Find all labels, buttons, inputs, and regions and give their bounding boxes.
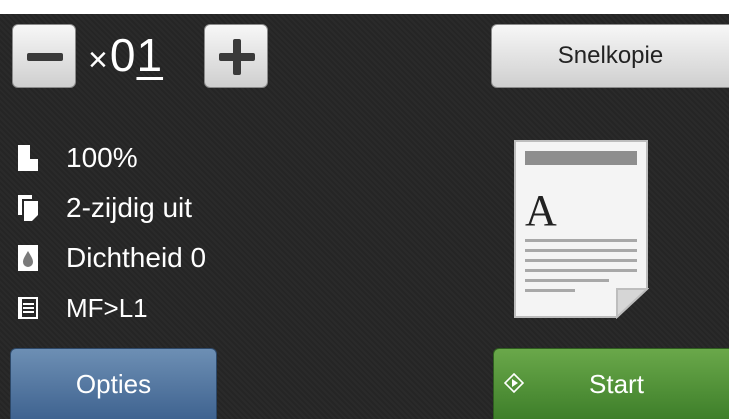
setting-label: 2-zijdig uit — [66, 192, 193, 223]
document-preview[interactable]: A — [513, 139, 649, 319]
tray-icon — [18, 297, 38, 319]
start-button[interactable]: Start — [493, 348, 729, 419]
options-label: Opties — [75, 368, 152, 399]
copy-count-digit-1: 0 — [109, 29, 137, 81]
setting-density: Dichtheid 0 — [18, 238, 318, 278]
increase-copies-button[interactable] — [204, 24, 268, 88]
minus-icon — [27, 53, 63, 61]
quick-copy-label: Snelkopie — [557, 42, 664, 69]
setting-label: MF>L1 — [66, 292, 148, 323]
preview-letter: A — [525, 186, 557, 235]
setting-enlarge-reduce: 100% — [18, 138, 318, 178]
times-symbol: × — [88, 41, 108, 79]
setting-label: Dichtheid 0 — [66, 242, 207, 273]
copy-screen: × 01 Snelkopie 100% 2-zijdig uit Dichthe… — [0, 14, 729, 419]
density-icon — [18, 245, 38, 271]
setting-tray: MF>L1 — [18, 288, 318, 328]
options-button[interactable]: Opties — [10, 348, 217, 419]
enlarge-reduce-icon — [18, 145, 38, 171]
setting-duplex: 2-zijdig uit — [18, 188, 318, 228]
quick-copy-button[interactable]: Snelkopie — [491, 24, 729, 88]
copy-count: 01 — [110, 28, 163, 82]
copy-count-display: × 01 — [88, 28, 163, 88]
start-label: Start — [589, 368, 644, 399]
copy-count-digit-2: 1 — [136, 29, 164, 81]
decrease-copies-button[interactable] — [12, 24, 76, 88]
setting-label: 100% — [66, 142, 138, 173]
duplex-icon — [18, 195, 38, 221]
